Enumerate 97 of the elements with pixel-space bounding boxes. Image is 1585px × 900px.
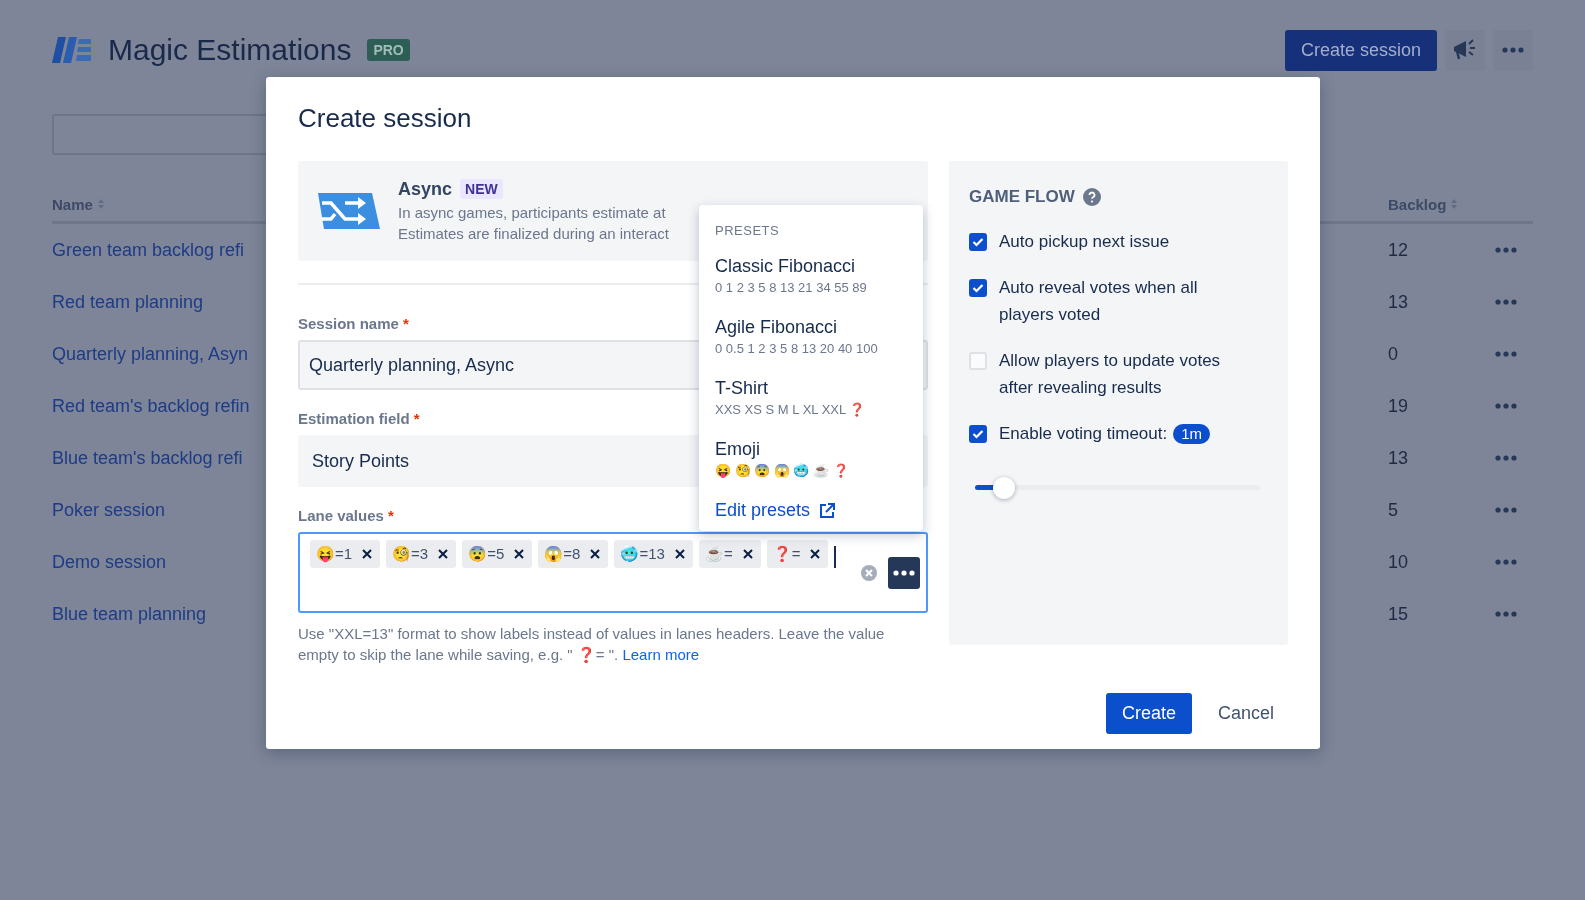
mode-description: Estimates are finalized during an interact xyxy=(398,223,669,244)
preset-name: Agile Fibonacci xyxy=(715,317,839,338)
preset-values: 😝 🧐 😨 😱 🥶 ☕ ❓ xyxy=(715,463,850,478)
tag-label: 😱=8 xyxy=(544,545,581,563)
lane-tag[interactable]: 🥶=13 xyxy=(614,540,693,568)
tag-label: 🥶=13 xyxy=(620,545,665,563)
table-cell: 5 xyxy=(1388,499,1398,521)
close-icon[interactable] xyxy=(590,549,601,559)
create-button[interactable]: Create xyxy=(1105,693,1192,734)
timeout-badge: 1m xyxy=(1173,424,1211,444)
session-link[interactable]: Blue team's backlog refi xyxy=(52,447,243,469)
dialog-title: Create session xyxy=(298,103,473,135)
session-link[interactable]: Poker session xyxy=(52,499,166,521)
required-mark: * xyxy=(387,507,394,524)
learn-more-link[interactable]: Learn more xyxy=(622,646,700,663)
mode-description: In async games, participants estimate at xyxy=(398,202,667,223)
mode-title: Async xyxy=(398,178,453,200)
new-badge: NEW xyxy=(460,179,503,199)
check-icon xyxy=(972,237,984,247)
section-title: GAME FLOW xyxy=(969,187,1075,207)
close-icon[interactable] xyxy=(674,549,685,559)
text-cursor xyxy=(834,546,836,568)
pro-badge: PRO xyxy=(367,39,410,61)
tag-label: 🧐=3 xyxy=(392,545,429,563)
option-label: Enable voting timeout: xyxy=(999,424,1168,443)
session-link[interactable]: Red team planning xyxy=(52,291,204,313)
field-label: Estimation field xyxy=(298,410,410,427)
help-icon xyxy=(1082,188,1101,206)
session-link[interactable]: Demo session xyxy=(52,551,167,573)
close-icon[interactable] xyxy=(810,549,821,559)
slider[interactable] xyxy=(975,477,1260,499)
create-session-button[interactable]: Create session xyxy=(1284,29,1437,71)
more-button[interactable] xyxy=(888,556,920,589)
external-link-icon xyxy=(818,501,837,520)
more-icon xyxy=(1502,45,1524,55)
slider-thumb[interactable] xyxy=(992,477,1015,499)
cancel-button[interactable]: Cancel xyxy=(1203,693,1288,734)
more-icon[interactable] xyxy=(1494,245,1517,255)
lane-tag[interactable]: 😱=8 xyxy=(538,540,609,568)
session-link[interactable]: Quarterly planning, Asyn xyxy=(52,343,249,365)
required-mark: * xyxy=(413,410,420,427)
tag-label: 😨=5 xyxy=(468,545,505,563)
more-icon[interactable] xyxy=(1494,297,1517,307)
checkbox[interactable] xyxy=(969,425,987,443)
option-label: Auto reveal votes when all players voted xyxy=(999,278,1198,324)
session-link[interactable]: Red team's backlog refin xyxy=(52,395,250,417)
table-cell: 10 xyxy=(1388,551,1409,573)
sort-icon xyxy=(1450,198,1459,210)
lane-values-input[interactable]: 😝=1 🧐=3 😨=5 😱=8 🥶=13 ☕= ❓= xyxy=(298,532,928,613)
close-icon[interactable] xyxy=(742,549,753,559)
announcement-button[interactable] xyxy=(1445,29,1485,71)
session-link[interactable]: Green team backlog refi xyxy=(52,239,245,261)
preset-name: Emoji xyxy=(715,439,761,460)
lane-tag[interactable]: ❓= xyxy=(766,540,829,568)
more-icon[interactable] xyxy=(1494,401,1517,411)
more-icon[interactable] xyxy=(1494,453,1517,463)
checkbox[interactable] xyxy=(969,279,987,297)
table-cell: 12 xyxy=(1388,239,1409,261)
table-cell: 15 xyxy=(1388,603,1409,625)
preset-values: XXS XS S M L XL XXL ❓ xyxy=(715,402,867,417)
more-icon[interactable] xyxy=(1494,609,1517,619)
session-link[interactable]: Blue team planning xyxy=(52,603,207,625)
table-cell: 13 xyxy=(1388,291,1409,313)
option-label: Auto pickup next issue xyxy=(999,232,1170,251)
checkbox[interactable] xyxy=(969,233,987,251)
logo-icon xyxy=(52,37,92,63)
edit-presets-link[interactable]: Edit presets xyxy=(699,500,853,521)
more-icon[interactable] xyxy=(1494,505,1517,515)
tag-label: ❓= xyxy=(772,545,801,563)
close-icon[interactable] xyxy=(362,549,373,559)
shuffle-icon xyxy=(318,193,380,229)
help-text: Use "XXL=13" format to show labels instead of values in lanes headers. Leave the value empty to skip the lane while saving, e.g. " ❓= ". Learn more xyxy=(298,624,886,665)
menu-heading: PRESETS xyxy=(714,223,781,238)
more-icon xyxy=(893,567,915,578)
tag-label: ☕= xyxy=(704,545,733,563)
required-mark: * xyxy=(402,315,409,332)
preset-values: 0 0.5 1 2 3 5 8 13 20 40 100 xyxy=(715,341,879,356)
preset-item[interactable]: Emoji 😝 🧐 😨 😱 🥶 ☕ ❓ xyxy=(699,439,923,478)
field-label: Lane values xyxy=(298,507,384,524)
table-cell: 19 xyxy=(1388,395,1409,417)
preset-values: 0 1 2 3 5 8 13 21 34 55 89 xyxy=(715,280,868,295)
field-label: Session name xyxy=(298,315,399,332)
more-icon[interactable] xyxy=(1494,349,1517,359)
close-icon[interactable] xyxy=(438,549,449,559)
clear-icon[interactable] xyxy=(860,563,878,582)
table-cell: 13 xyxy=(1388,447,1409,469)
table-cell: 0 xyxy=(1388,343,1398,365)
check-icon xyxy=(972,429,984,439)
sort-icon xyxy=(96,198,105,210)
megaphone-icon xyxy=(1452,38,1478,62)
close-icon[interactable] xyxy=(514,549,525,559)
more-icon[interactable] xyxy=(1494,557,1517,567)
app-title: Magic Estimations xyxy=(108,33,352,67)
check-icon xyxy=(972,283,984,293)
tag-label: 😝=1 xyxy=(316,545,353,563)
lane-tag[interactable]: ☕= xyxy=(698,540,761,568)
option-label: Allow players to update votes after revealing results xyxy=(999,351,1221,397)
